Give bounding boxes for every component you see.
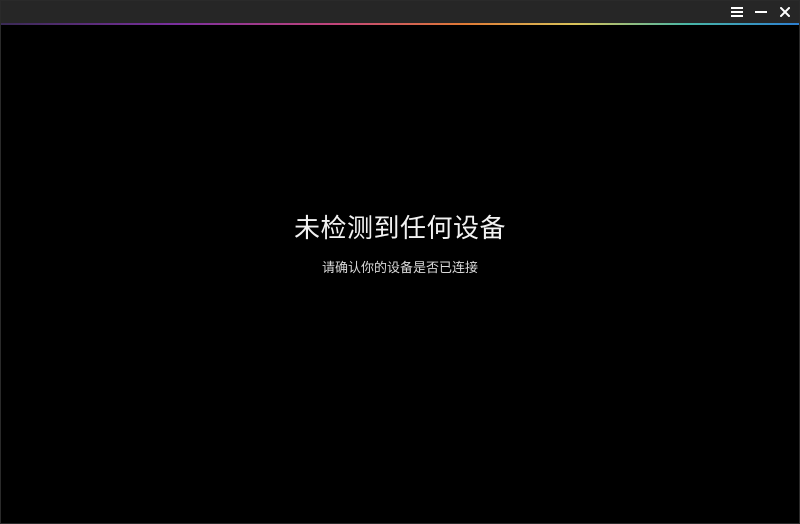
menu-button[interactable] bbox=[729, 4, 745, 20]
window-controls bbox=[729, 1, 793, 23]
main-content: 未检测到任何设备 请确认你的设备是否已连接 bbox=[1, 25, 799, 523]
no-device-subtitle: 请确认你的设备是否已连接 bbox=[321, 261, 478, 276]
no-device-title: 未检测到任何设备 bbox=[293, 214, 506, 244]
title-bar[interactable] bbox=[1, 1, 799, 23]
minimize-icon bbox=[755, 7, 767, 17]
menu-icon bbox=[731, 7, 743, 17]
app-window: 未检测到任何设备 请确认你的设备是否已连接 bbox=[0, 0, 800, 524]
close-button[interactable] bbox=[777, 4, 793, 20]
minimize-button[interactable] bbox=[753, 4, 769, 20]
close-icon bbox=[780, 7, 790, 17]
